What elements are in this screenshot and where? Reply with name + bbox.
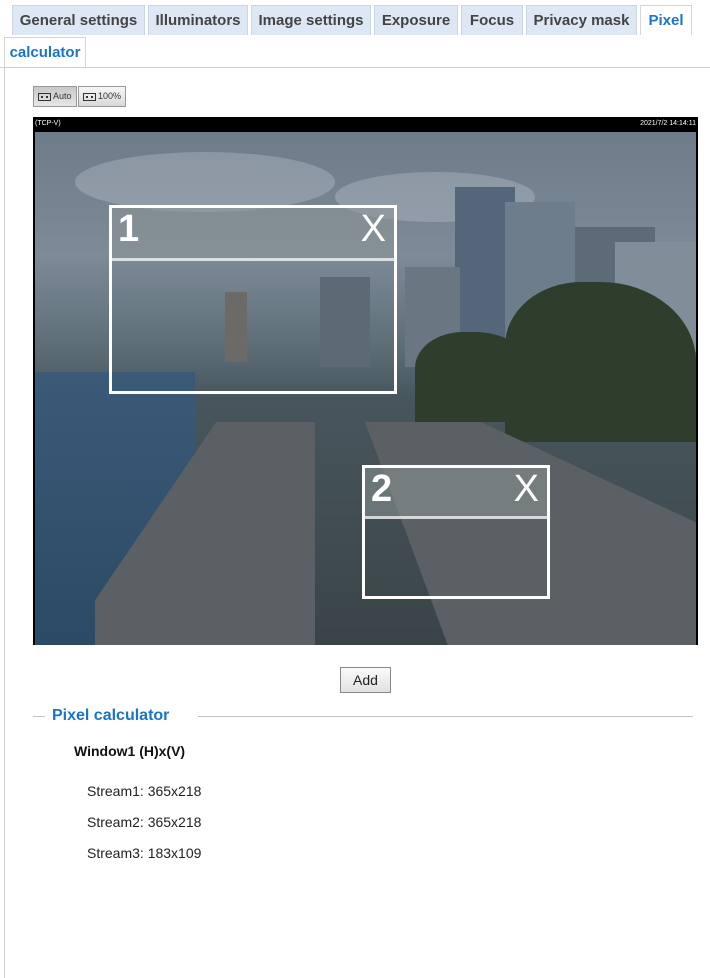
stream1-size: Stream1: 365x218	[87, 783, 202, 799]
pixel-calculator-title: Pixel calculator	[52, 707, 170, 724]
tab-divider	[0, 67, 710, 68]
stream3-size: Stream3: 183x109	[87, 845, 202, 861]
tab-general-settings[interactable]: General settings	[12, 5, 145, 35]
content-border-left	[4, 67, 5, 978]
window-size-title: Window1 (H)x(V)	[74, 743, 186, 759]
view-100-button[interactable]: 100%	[78, 86, 126, 107]
privacy-mask-window-1[interactable]: 1 X	[109, 205, 397, 394]
tab-exposure[interactable]: Exposure	[374, 5, 458, 35]
view-auto-label: Auto	[53, 91, 72, 101]
view-auto-button[interactable]: Auto	[33, 86, 77, 107]
close-icon[interactable]: X	[361, 208, 386, 251]
tab-privacy-mask[interactable]: Privacy mask	[526, 5, 637, 35]
video-view[interactable]: (TCP-V) 2021/7/2 14:14:11 1 X 2 X	[33, 117, 698, 645]
tab-illuminators[interactable]: Illuminators	[148, 5, 248, 35]
tab-pixel-calculator[interactable]: Pixel	[640, 5, 692, 35]
tab-pixel-calculator-continued[interactable]: calculator	[4, 37, 86, 67]
stream2-size: Stream2: 365x218	[87, 814, 202, 830]
privacy-mask-window-2[interactable]: 2 X	[362, 465, 550, 599]
fieldset-border-right	[198, 716, 693, 717]
tab-image-settings[interactable]: Image settings	[251, 5, 371, 35]
close-icon[interactable]: X	[514, 468, 539, 511]
mask-number-1: 1	[118, 208, 140, 250]
view-100-label: 100%	[98, 91, 122, 101]
fieldset-border-left	[33, 716, 45, 717]
mask-number-2: 2	[371, 468, 393, 510]
tab-focus[interactable]: Focus	[461, 5, 523, 35]
video-timestamp: 2021/7/2 14:14:11	[640, 120, 696, 127]
tab-bar: General settings Illuminators Image sett…	[0, 0, 710, 68]
add-button[interactable]: Add	[340, 667, 391, 693]
camera-image: 1 X 2 X	[35, 132, 696, 645]
video-info-bar: (TCP-V) 2021/7/2 14:14:11	[33, 117, 698, 130]
stream-label: (TCP-V)	[35, 120, 61, 127]
fit-icon	[38, 92, 51, 101]
actual-size-icon	[83, 92, 96, 101]
